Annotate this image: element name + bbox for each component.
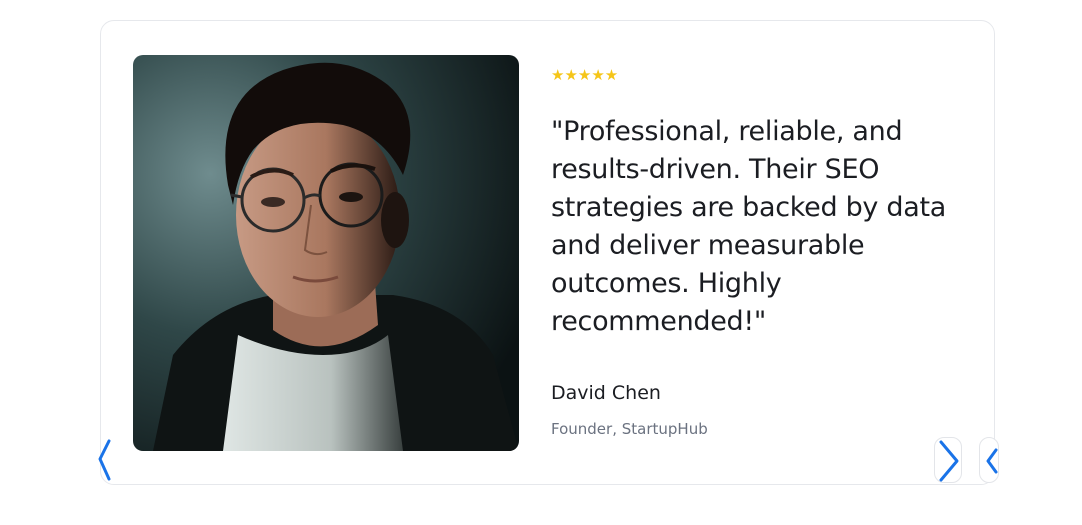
- chevron-right-icon: [939, 440, 959, 482]
- next-card-prev-button[interactable]: [979, 437, 999, 483]
- next-slide-button[interactable]: [934, 437, 962, 483]
- author-photo: [133, 55, 519, 451]
- previous-slide-button[interactable]: [96, 437, 112, 485]
- chevron-left-icon: [986, 448, 998, 474]
- author-name: David Chen: [551, 382, 661, 404]
- chevron-left-icon: [98, 439, 111, 481]
- testimonial-content: ★★★★★ "Professional, reliable, and resul…: [551, 55, 971, 439]
- rating-stars: ★★★★★: [551, 66, 619, 84]
- author-role: Founder, StartupHub: [551, 420, 708, 438]
- testimonial-quote: "Professional, reliable, and results-dri…: [551, 116, 946, 337]
- testimonial-card: ★★★★★ "Professional, reliable, and resul…: [100, 20, 995, 485]
- testimonial-section: ★★★★★ "Professional, reliable, and resul…: [0, 0, 1082, 525]
